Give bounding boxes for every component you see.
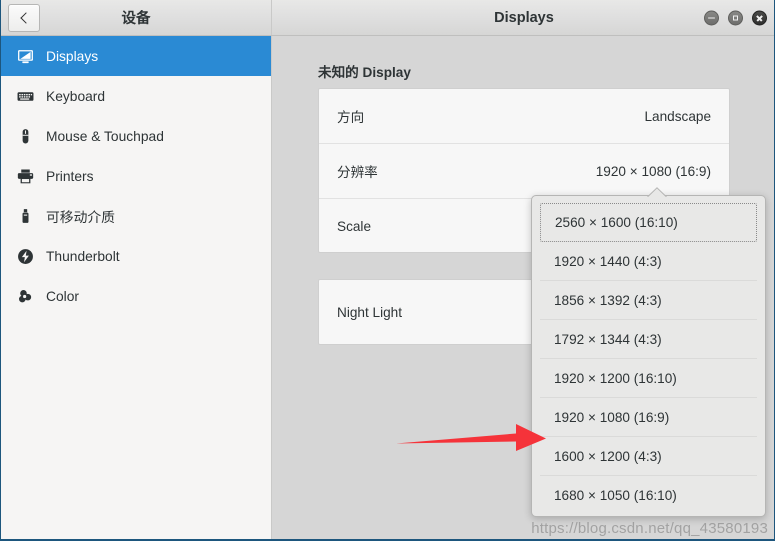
resolution-label: 分辨率 bbox=[337, 165, 378, 180]
resolution-option[interactable]: 1920 × 1440 (4:3) bbox=[540, 242, 757, 281]
resolution-option[interactable]: 1680 × 1050 (16:10) bbox=[540, 476, 757, 515]
sidebar-item-label: Displays bbox=[46, 48, 99, 64]
resolution-option[interactable]: 1600 × 1200 (4:3) bbox=[540, 437, 757, 476]
usb-drive-icon bbox=[15, 206, 35, 226]
resolution-dropdown-popover: 2560 × 1600 (16:10) 1920 × 1440 (4:3) 18… bbox=[531, 195, 766, 517]
sidebar-item-label: 可移动介质 bbox=[46, 210, 115, 225]
resolution-option[interactable]: 1856 × 1392 (4:3) bbox=[540, 281, 757, 320]
resolution-option[interactable]: 1920 × 1080 (16:9) bbox=[540, 398, 757, 437]
titlebar-left-pane: 设备 bbox=[1, 0, 272, 35]
orientation-value: Landscape bbox=[644, 108, 711, 124]
display-heading: 未知的 Display bbox=[318, 65, 411, 80]
sidebar-item-label: Mouse & Touchpad bbox=[46, 128, 164, 144]
resolution-option-label: 1600 × 1200 (4:3) bbox=[554, 448, 662, 464]
sidebar-item-label: Keyboard bbox=[46, 88, 106, 104]
maximize-button[interactable] bbox=[728, 10, 743, 25]
back-button[interactable] bbox=[8, 3, 40, 32]
mouse-icon bbox=[15, 126, 35, 146]
orientation-label: 方向 bbox=[337, 110, 365, 125]
chevron-left-icon bbox=[19, 11, 32, 24]
maximize-icon bbox=[733, 15, 738, 20]
close-button[interactable] bbox=[752, 10, 767, 25]
minimize-icon bbox=[708, 17, 715, 19]
orientation-row[interactable]: 方向 Landscape bbox=[319, 89, 729, 144]
sidebar-item-mouse-touchpad[interactable]: Mouse & Touchpad bbox=[1, 116, 271, 156]
monitor-icon bbox=[15, 46, 35, 66]
resolution-option-label: 1856 × 1392 (4:3) bbox=[554, 292, 662, 308]
minimize-button[interactable] bbox=[704, 10, 719, 25]
resolution-option[interactable]: 2560 × 1600 (16:10) bbox=[540, 203, 757, 242]
titlebar-right-pane: Displays bbox=[272, 0, 774, 35]
sidebar-item-color[interactable]: Color bbox=[1, 276, 271, 316]
color-wheel-icon bbox=[15, 286, 35, 306]
displays-settings-window: 设备 Displays Displays Keyboard Mouse & To… bbox=[0, 0, 775, 541]
sidebar-item-printers[interactable]: Printers bbox=[1, 156, 271, 196]
window-controls bbox=[704, 10, 767, 25]
sidebar-item-displays[interactable]: Displays bbox=[1, 36, 271, 76]
thunderbolt-icon bbox=[15, 246, 35, 266]
resolution-option-label: 1920 × 1200 (16:10) bbox=[554, 370, 677, 386]
resolution-option-label: 1920 × 1440 (4:3) bbox=[554, 253, 662, 269]
resolution-option-label: 1920 × 1080 (16:9) bbox=[554, 409, 670, 425]
resolution-row[interactable]: 分辨率 1920 × 1080 (16:9) bbox=[319, 144, 729, 199]
sidebar-item-keyboard[interactable]: Keyboard bbox=[1, 76, 271, 116]
resolution-option-label: 1680 × 1050 (16:10) bbox=[554, 488, 677, 503]
sidebar-item-thunderbolt[interactable]: Thunderbolt bbox=[1, 236, 271, 276]
resolution-option-list: 2560 × 1600 (16:10) 1920 × 1440 (4:3) 18… bbox=[532, 196, 765, 516]
resolution-option-label: 2560 × 1600 (16:10) bbox=[555, 215, 678, 230]
sidebar-item-removable-media[interactable]: 可移动介质 bbox=[1, 196, 271, 236]
resolution-option[interactable]: 1920 × 1200 (16:10) bbox=[540, 359, 757, 398]
printer-icon bbox=[15, 166, 35, 186]
night-light-label: Night Light bbox=[337, 304, 402, 320]
sidebar-item-label: Printers bbox=[46, 168, 94, 184]
resolution-option[interactable]: 1792 × 1344 (4:3) bbox=[540, 320, 757, 359]
page-title: Displays bbox=[494, 9, 554, 26]
sidebar-item-label: Thunderbolt bbox=[46, 248, 120, 264]
settings-sidebar: Displays Keyboard Mouse & Touchpad Print… bbox=[1, 36, 272, 539]
resolution-option-label: 1792 × 1344 (4:3) bbox=[554, 331, 662, 347]
sidebar-title: 设备 bbox=[121, 11, 151, 27]
sidebar-item-label: Color bbox=[46, 288, 79, 304]
scale-label: Scale bbox=[337, 219, 372, 234]
keyboard-icon bbox=[15, 86, 35, 106]
window-titlebar: 设备 Displays bbox=[1, 0, 774, 36]
resolution-value: 1920 × 1080 (16:9) bbox=[595, 163, 711, 179]
